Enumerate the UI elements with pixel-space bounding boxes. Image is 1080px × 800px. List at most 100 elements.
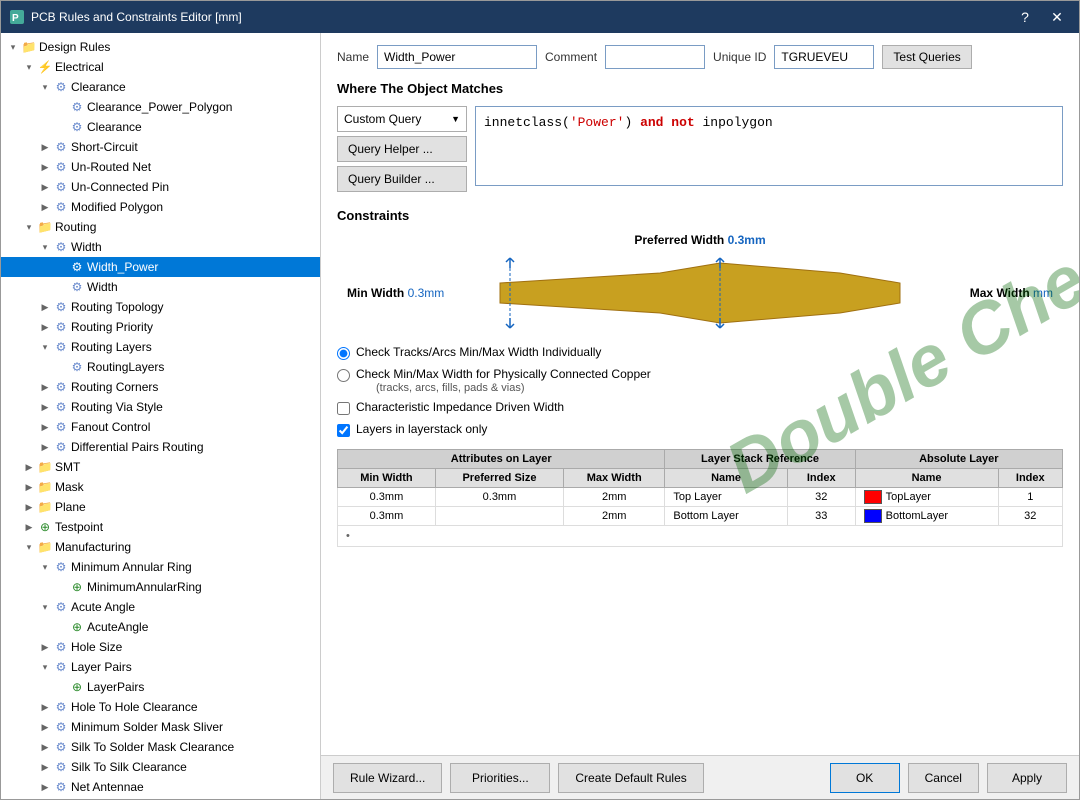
name-input[interactable] <box>377 45 537 69</box>
expand-modified[interactable]: ▶ <box>37 199 53 215</box>
expand-silksold[interactable]: ▶ <box>37 739 53 755</box>
expand-routing[interactable]: ▾ <box>21 219 37 235</box>
option4-checkbox[interactable] <box>337 424 350 437</box>
expand-minsold[interactable]: ▶ <box>37 719 53 735</box>
tree-item-routing-layers[interactable]: ▾ ⚙ Routing Layers <box>1 337 320 357</box>
tree-item-clearance[interactable]: ⚙ Clearance <box>1 117 320 137</box>
help-button[interactable]: ? <box>1011 6 1039 28</box>
expand-rlayers[interactable]: ▾ <box>37 339 53 355</box>
tree-label: Width <box>71 240 102 254</box>
tree-item-acute-angle[interactable]: ▾ ⚙ Acute Angle <box>1 597 320 617</box>
tree-label: Layer Pairs <box>71 660 132 674</box>
tree-item-smt[interactable]: ▶ 📁 SMT <box>1 457 320 477</box>
expand-short[interactable]: ▶ <box>37 139 53 155</box>
ok-button[interactable]: OK <box>830 763 900 793</box>
option3-checkbox[interactable] <box>337 402 350 415</box>
expand-lpairs[interactable]: ▾ <box>37 659 53 675</box>
expand-design-rules[interactable]: ▾ <box>5 39 21 55</box>
right-wrapper: Double Check Name Comment Unique ID Test… <box>321 33 1079 799</box>
tree-item-plane[interactable]: ▶ 📁 Plane <box>1 497 320 517</box>
query-inpolygon: inpolygon <box>703 115 773 130</box>
tree-item-diff-pairs[interactable]: ▶ ⚙ Differential Pairs Routing <box>1 437 320 457</box>
tree-item-electrical[interactable]: ▾ ⚡ Electrical <box>1 57 320 77</box>
expand-plane[interactable]: ▶ <box>21 499 37 515</box>
tree-item-acute-item[interactable]: ⊕ AcuteAngle <box>1 617 320 637</box>
expand-diff[interactable]: ▶ <box>37 439 53 455</box>
tree-item-silk-silk[interactable]: ▶ ⚙ Silk To Silk Clearance <box>1 757 320 777</box>
expand-fanout[interactable]: ▶ <box>37 419 53 435</box>
tree-item-short-circuit[interactable]: ▶ ⚙ Short-Circuit <box>1 137 320 157</box>
rule-icon: ⚙ <box>53 759 69 775</box>
tree-item-routing-corners[interactable]: ▶ ⚙ Routing Corners <box>1 377 320 397</box>
tree-item-layer-pairs[interactable]: ▾ ⚙ Layer Pairs <box>1 657 320 677</box>
tree-item-layer-pairs-item[interactable]: ⊕ LayerPairs <box>1 677 320 697</box>
comment-input[interactable] <box>605 45 705 69</box>
tree-item-unconnected[interactable]: ▶ ⚙ Un-Connected Pin <box>1 177 320 197</box>
expand-electrical[interactable]: ▾ <box>21 59 37 75</box>
tree-item-min-annular-item[interactable]: ⊕ MinimumAnnularRing <box>1 577 320 597</box>
min-value: 0.3mm <box>408 286 445 300</box>
expand-none <box>53 119 69 135</box>
query-editor[interactable]: innetclass('Power') and not inpolygon <box>475 106 1063 186</box>
tree-item-width-power[interactable]: ⚙ Width_Power <box>1 257 320 277</box>
option1-radio[interactable] <box>337 347 350 360</box>
expand-unconnected[interactable]: ▶ <box>37 179 53 195</box>
expand-smt[interactable]: ▶ <box>21 459 37 475</box>
expand-priority[interactable]: ▶ <box>37 319 53 335</box>
expand-via[interactable]: ▶ <box>37 399 53 415</box>
tree-item-via-style[interactable]: ▶ ⚙ Routing Via Style <box>1 397 320 417</box>
expand-corners[interactable]: ▶ <box>37 379 53 395</box>
option2-radio[interactable] <box>337 369 350 382</box>
expand-mask[interactable]: ▶ <box>21 479 37 495</box>
test-queries-button[interactable]: Test Queries <box>882 45 971 69</box>
tree-item-mask[interactable]: ▶ 📁 Mask <box>1 477 320 497</box>
tree-item-hole-hole[interactable]: ▶ ⚙ Hole To Hole Clearance <box>1 697 320 717</box>
tree-item-testpoint[interactable]: ▶ ⊕ Testpoint <box>1 517 320 537</box>
expand-topo[interactable]: ▶ <box>37 299 53 315</box>
cancel-button[interactable]: Cancel <box>908 763 979 793</box>
tree-item-unrouted[interactable]: ▶ ⚙ Un-Routed Net <box>1 157 320 177</box>
tree-container[interactable]: ▾ 📁 Design Rules ▾ ⚡ Electrical ▾ ⚙ Clea… <box>1 33 320 799</box>
tree-item-manufacturing[interactable]: ▾ 📁 Manufacturing <box>1 537 320 557</box>
tree-item-hole-size[interactable]: ▶ ⚙ Hole Size <box>1 637 320 657</box>
rule-wizard-button[interactable]: Rule Wizard... <box>333 763 442 793</box>
create-default-button[interactable]: Create Default Rules <box>558 763 703 793</box>
close-button[interactable]: ✕ <box>1043 6 1071 28</box>
tree-item-min-solder[interactable]: ▶ ⚙ Minimum Solder Mask Sliver <box>1 717 320 737</box>
priorities-button[interactable]: Priorities... <box>450 763 550 793</box>
expand-clearance[interactable]: ▾ <box>37 79 53 95</box>
query-builder-button[interactable]: Query Builder ... <box>337 166 467 192</box>
uid-input[interactable] <box>774 45 874 69</box>
expand-silksilk[interactable]: ▶ <box>37 759 53 775</box>
table-section: Attributes on Layer Layer Stack Referenc… <box>337 449 1063 547</box>
tree-item-fanout[interactable]: ▶ ⚙ Fanout Control <box>1 417 320 437</box>
expand-annular[interactable]: ▾ <box>37 559 53 575</box>
query-dropdown[interactable]: Custom Query ▼ <box>337 106 467 132</box>
tree-item-board-outline[interactable]: ▶ ⚙ Board Outline Clearance <box>1 797 320 799</box>
expand-unrouted[interactable]: ▶ <box>37 159 53 175</box>
tree-item-width[interactable]: ⚙ Width <box>1 277 320 297</box>
tree-label: Net Antennae <box>71 780 144 794</box>
apply-button[interactable]: Apply <box>987 763 1067 793</box>
tree-item-routing-priority[interactable]: ▶ ⚙ Routing Priority <box>1 317 320 337</box>
expand-test[interactable]: ▶ <box>21 519 37 535</box>
tree-item-silk-solder[interactable]: ▶ ⚙ Silk To Solder Mask Clearance <box>1 737 320 757</box>
tree-item-routing[interactable]: ▾ 📁 Routing <box>1 217 320 237</box>
expand-holeh[interactable]: ▶ <box>37 699 53 715</box>
tree-item-routing-topology[interactable]: ▶ ⚙ Routing Topology <box>1 297 320 317</box>
tree-item-clearance-group[interactable]: ▾ ⚙ Clearance <box>1 77 320 97</box>
expand-netant[interactable]: ▶ <box>37 779 53 795</box>
tree-item-design-rules[interactable]: ▾ 📁 Design Rules <box>1 37 320 57</box>
tree-item-min-annular[interactable]: ▾ ⚙ Minimum Annular Ring <box>1 557 320 577</box>
tree-item-routing-layers-item[interactable]: ⚙ RoutingLayers <box>1 357 320 377</box>
tree-item-clearance-power[interactable]: ⚙ Clearance_Power_Polygon <box>1 97 320 117</box>
expand-mfg[interactable]: ▾ <box>21 539 37 555</box>
tree-label: Routing Corners <box>71 380 158 394</box>
expand-hole[interactable]: ▶ <box>37 639 53 655</box>
expand-acute[interactable]: ▾ <box>37 599 53 615</box>
tree-item-modified-poly[interactable]: ▶ ⚙ Modified Polygon <box>1 197 320 217</box>
tree-item-width-group[interactable]: ▾ ⚙ Width <box>1 237 320 257</box>
query-helper-button[interactable]: Query Helper ... <box>337 136 467 162</box>
expand-width[interactable]: ▾ <box>37 239 53 255</box>
tree-item-net-ant[interactable]: ▶ ⚙ Net Antennae <box>1 777 320 797</box>
